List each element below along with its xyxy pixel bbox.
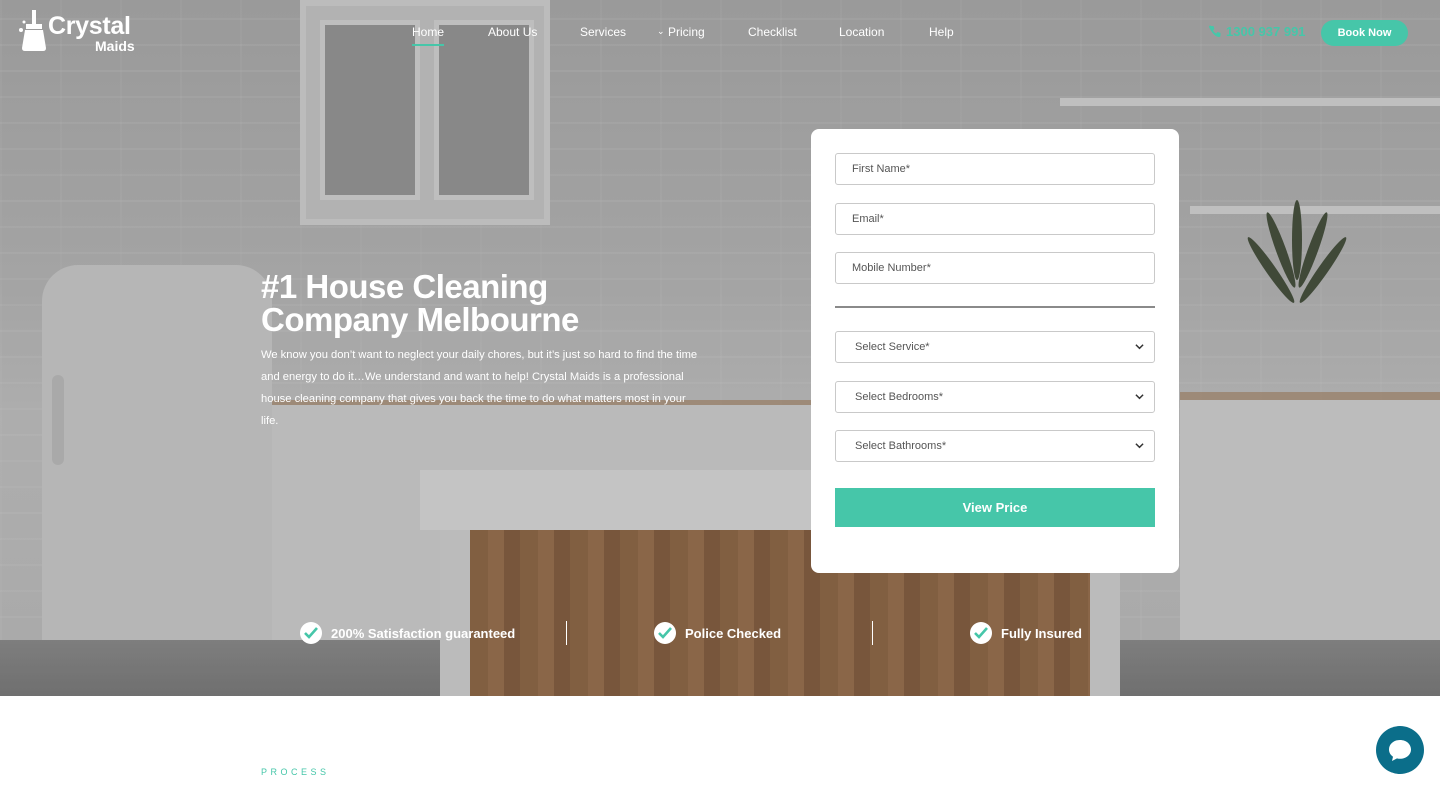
nav-item-about-us[interactable]: About Us	[488, 25, 537, 39]
chevron-down-icon	[1135, 394, 1144, 400]
select-service[interactable]: Select Service*	[835, 331, 1155, 363]
brand-name-line1: Crystal	[48, 12, 131, 40]
top-nav: Crystal Maids Home About Us Services ⌄ P…	[0, 0, 1440, 66]
hero-section	[0, 0, 1440, 696]
brand-name-line2: Maids	[95, 38, 135, 54]
badge-divider	[566, 621, 567, 645]
nav-item-pricing[interactable]: Pricing	[668, 25, 705, 39]
phone-icon	[1209, 25, 1221, 37]
badge-label: Police Checked	[685, 625, 782, 641]
select-service-value: Select Service*	[855, 341, 930, 353]
select-bedrooms-value: Select Bedrooms*	[855, 391, 944, 403]
badge-satisfaction: 200% Satisfaction guaranteed	[300, 622, 515, 644]
mobile-number-field[interactable]	[835, 252, 1155, 284]
select-bedrooms[interactable]: Select Bedrooms*	[835, 381, 1155, 413]
chevron-down-icon[interactable]: ⌄	[657, 27, 665, 37]
brand-logo[interactable]: Crystal Maids	[18, 10, 148, 56]
check-icon	[654, 622, 676, 644]
nav-item-location[interactable]: Location	[839, 25, 884, 39]
nav-item-home[interactable]: Home	[412, 25, 445, 46]
hero-title-line1: #1 House Cleaning	[261, 268, 548, 305]
check-icon	[970, 622, 992, 644]
select-bathrooms-value: Select Bathrooms*	[855, 440, 947, 452]
badge-divider	[872, 621, 873, 645]
check-icon	[300, 622, 322, 644]
chat-icon	[1389, 740, 1411, 761]
hero-description: We know you don’t want to neglect your d…	[261, 349, 698, 427]
chevron-down-icon	[1135, 344, 1144, 350]
quote-form: Select Service* Select Bedrooms* Select …	[811, 129, 1179, 573]
logo-mark-icon	[19, 10, 46, 51]
nav-item-checklist[interactable]: Checklist	[748, 25, 797, 39]
nav-item-services[interactable]: Services	[580, 25, 626, 39]
hero-title-line2: Company Melbourne	[261, 301, 579, 338]
select-bathrooms[interactable]: Select Bathrooms*	[835, 430, 1155, 462]
hero-title: #1 House Cleaning Company Melbourne	[261, 270, 701, 336]
chat-button[interactable]	[1376, 726, 1424, 774]
process-eyebrow: PROCESS	[261, 767, 330, 777]
form-divider	[835, 306, 1155, 308]
view-price-button[interactable]: View Price	[835, 488, 1155, 527]
badge-police-checked: Police Checked	[654, 622, 781, 644]
hero-overlay	[0, 0, 1440, 696]
phone-link[interactable]: 1300 937 991	[1208, 24, 1306, 39]
book-now-button[interactable]: Book Now	[1321, 20, 1408, 46]
phone-number: 1300 937 991	[1226, 24, 1306, 39]
badge-label: 200% Satisfaction guaranteed	[331, 625, 516, 641]
first-name-field[interactable]	[835, 153, 1155, 185]
badge-fully-insured: Fully Insured	[970, 622, 1082, 644]
email-field[interactable]	[835, 203, 1155, 235]
chevron-down-icon	[1135, 443, 1144, 449]
nav-item-help[interactable]: Help	[929, 25, 954, 39]
badge-label: Fully Insured	[1001, 625, 1082, 641]
